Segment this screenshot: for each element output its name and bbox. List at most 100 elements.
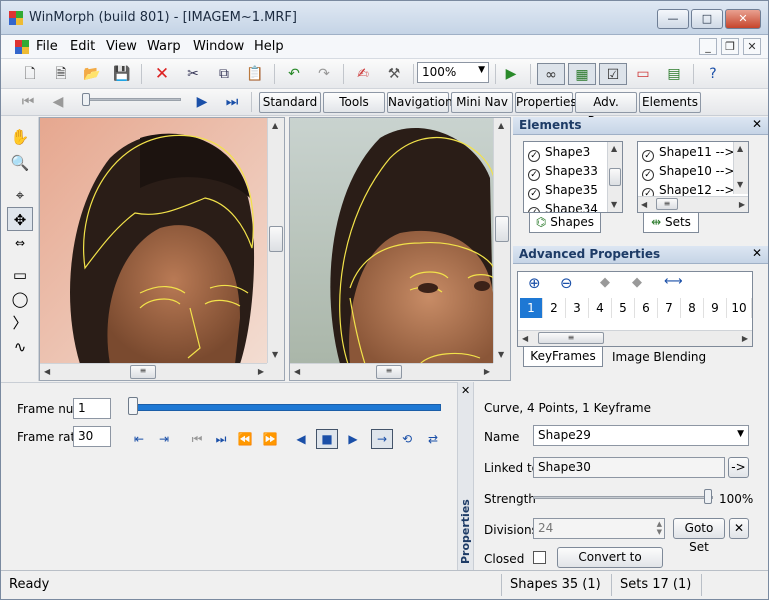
source-horizontal-scrollbar[interactable]: ◀ ≡ ▶ [40, 363, 268, 380]
remove-set-icon[interactable]: ✕ [729, 518, 749, 539]
step-forward-icon[interactable]: ⏭ [211, 430, 231, 448]
toolbar-tab-mini-nav[interactable]: Mini Nav [451, 92, 513, 113]
link-shapes-icon[interactable]: ∞ [537, 63, 565, 85]
keyframes-scrollbar[interactable]: ◀ ≡ ▶ [518, 330, 752, 346]
toolbar-tab-standard[interactable]: Standard [259, 92, 321, 113]
scroll-up-icon[interactable]: ▲ [498, 121, 504, 130]
minimize-button[interactable]: — [657, 9, 689, 29]
keyframes-grid[interactable]: ⊕ ⊖ ◆ ◆ ⟷ 1 2 3 4 5 6 7 8 9 10 ◀ ≡ ▶ [517, 271, 753, 347]
zoom-in-icon[interactable]: ⊕ [528, 274, 541, 292]
timeline-thumb[interactable] [128, 397, 138, 415]
target-vertical-scrollbar[interactable]: ▲ ▼ [493, 118, 510, 364]
rectangle-tool-icon[interactable]: ▭ [7, 263, 33, 287]
strength-slider-thumb[interactable] [703, 489, 712, 504]
go-start-icon[interactable]: ⇤ [129, 430, 149, 448]
keyframe-cell[interactable]: 8 [681, 298, 704, 318]
last-frame-icon[interactable]: ⏭ [221, 91, 243, 113]
frame-num-input[interactable]: 1 [73, 398, 111, 419]
toolbar-tab-adv-props[interactable]: Adv. Props. [575, 92, 637, 128]
help-icon[interactable]: ? [702, 63, 724, 85]
menu-warp[interactable]: Warp [147, 39, 181, 54]
name-select[interactable]: Shape29 ▼ [533, 425, 749, 446]
keyframe-cell[interactable]: 7 [658, 298, 681, 318]
linked-to-field[interactable]: Shape30 [533, 457, 725, 478]
scroll-up-icon[interactable]: ▲ [611, 144, 617, 153]
next-keyframe-icon[interactable]: ◆ [632, 275, 642, 290]
scroll-thumb[interactable]: ≡ [538, 332, 604, 344]
strength-slider[interactable] [533, 496, 713, 499]
scroll-left-icon[interactable]: ◀ [44, 367, 50, 376]
menu-view[interactable]: View [106, 39, 137, 54]
check-icon[interactable]: ✓ [642, 150, 654, 162]
scroll-left-icon[interactable]: ◀ [522, 334, 528, 343]
frame-slider[interactable] [82, 93, 181, 106]
keyframe-cell[interactable]: 1 [520, 298, 543, 318]
delete-icon[interactable]: ✕ [151, 63, 173, 85]
first-frame-icon[interactable]: ⏮ [17, 91, 39, 113]
keyframe-cell[interactable]: 9 [704, 298, 727, 318]
target-image-pane[interactable]: ▲ ▼ ◀ ≡ ▶ [289, 117, 511, 381]
list-item[interactable]: ✓ Shape35 [528, 183, 598, 200]
export-icon[interactable]: ▦ [568, 63, 596, 85]
scroll-right-icon[interactable]: ▶ [484, 367, 490, 376]
loop-icon[interactable]: ⟲ [397, 430, 417, 448]
shapes-list-scrollbar[interactable]: ▲ ▼ [607, 142, 622, 212]
sets-list[interactable]: ✓ Shape11 --> S ✓ Shape10 --> S ✓ Shape12 -… [637, 141, 749, 213]
goto-set-button[interactable]: Goto Set [673, 518, 725, 554]
copy-icon[interactable]: ⧉ [213, 63, 235, 85]
sets-list-scrollbar[interactable]: ▲ ▼ [733, 142, 748, 194]
scroll-down-icon[interactable]: ▼ [498, 350, 504, 359]
play-back-icon[interactable]: ◀ [291, 430, 311, 448]
zoom-out-icon[interactable]: ⊖ [560, 274, 573, 292]
toolbar-tab-properties[interactable]: Properties [515, 92, 577, 113]
cascade-icon[interactable]: ▤ [663, 63, 685, 85]
list-item[interactable]: ✓ Shape3 [528, 145, 590, 162]
undo-icon[interactable]: ↶ [283, 63, 305, 85]
play-icon[interactable]: ▶ [343, 430, 363, 448]
scroll-down-icon[interactable]: ▼ [611, 200, 617, 209]
scroll-thumb[interactable] [269, 226, 283, 252]
hand-pan-icon[interactable]: ✋ [7, 125, 33, 149]
keyframe-cell[interactable]: 2 [543, 298, 566, 318]
toolbar-tab-tools[interactable]: Tools [323, 92, 385, 113]
prev-keyframe-icon[interactable]: ◆ [600, 275, 610, 290]
scroll-thumb[interactable] [495, 216, 509, 242]
scroll-up-icon[interactable]: ▲ [272, 121, 278, 130]
properties-close-icon[interactable]: ✕ [461, 384, 470, 397]
play-morph-icon[interactable]: ▶ [500, 63, 522, 85]
scroll-right-icon[interactable]: ▶ [739, 200, 745, 209]
scroll-thumb[interactable]: ≡ [376, 365, 402, 379]
cut-icon[interactable]: ✂ [182, 63, 204, 85]
scroll-right-icon[interactable]: ▶ [742, 334, 748, 343]
ping-pong-icon[interactable]: ⇄ [423, 430, 443, 448]
tab-image-blending[interactable]: Image Blending [612, 350, 706, 364]
elements-panel-close-icon[interactable]: ✕ [752, 117, 762, 131]
point-edit-icon[interactable]: ⌖ [7, 183, 33, 207]
source-image-pane[interactable]: ▲ ▼ ◀ ≡ ▶ [39, 117, 285, 381]
list-item[interactable]: ✓ Shape33 [528, 164, 598, 181]
divisions-spinner[interactable]: 24 ▲ ▼ [533, 518, 665, 539]
maximize-button[interactable]: □ [691, 9, 723, 29]
save-icon[interactable]: 💾 [111, 63, 133, 85]
scroll-thumb[interactable]: ≡ [130, 365, 156, 379]
scroll-up-icon[interactable]: ▲ [737, 144, 743, 153]
scroll-down-icon[interactable]: ▼ [737, 180, 743, 189]
check-icon[interactable]: ✓ [528, 169, 540, 181]
menu-help[interactable]: Help [254, 39, 284, 54]
close-button[interactable]: ✕ [725, 9, 761, 29]
keyframe-cell[interactable]: 3 [566, 298, 589, 318]
properties-side-tab[interactable]: ✕ Properties [457, 382, 474, 570]
move-tool-icon[interactable]: ✥ [7, 207, 33, 231]
scroll-left-icon[interactable]: ◀ [641, 200, 647, 209]
first-frame-icon[interactable]: ⏮ [187, 430, 207, 448]
scroll-right-icon[interactable]: ▶ [258, 367, 264, 376]
next-step-icon[interactable]: ⏩ [260, 430, 280, 448]
new-project-icon[interactable]: 🗎 [50, 63, 72, 85]
zoom-select[interactable]: 100% ▼ [417, 62, 489, 83]
properties-icon[interactable]: ✍ [352, 63, 374, 85]
sets-list-hscrollbar[interactable]: ◀ ≡ ▶ [638, 196, 748, 212]
curve-tool-icon[interactable]: ∿ [7, 335, 33, 359]
prev-step-icon[interactable]: ⏪ [235, 430, 255, 448]
mdi-restore-button[interactable]: ❐ [721, 38, 739, 55]
tab-sets[interactable]: ⇹ Sets [643, 213, 699, 233]
